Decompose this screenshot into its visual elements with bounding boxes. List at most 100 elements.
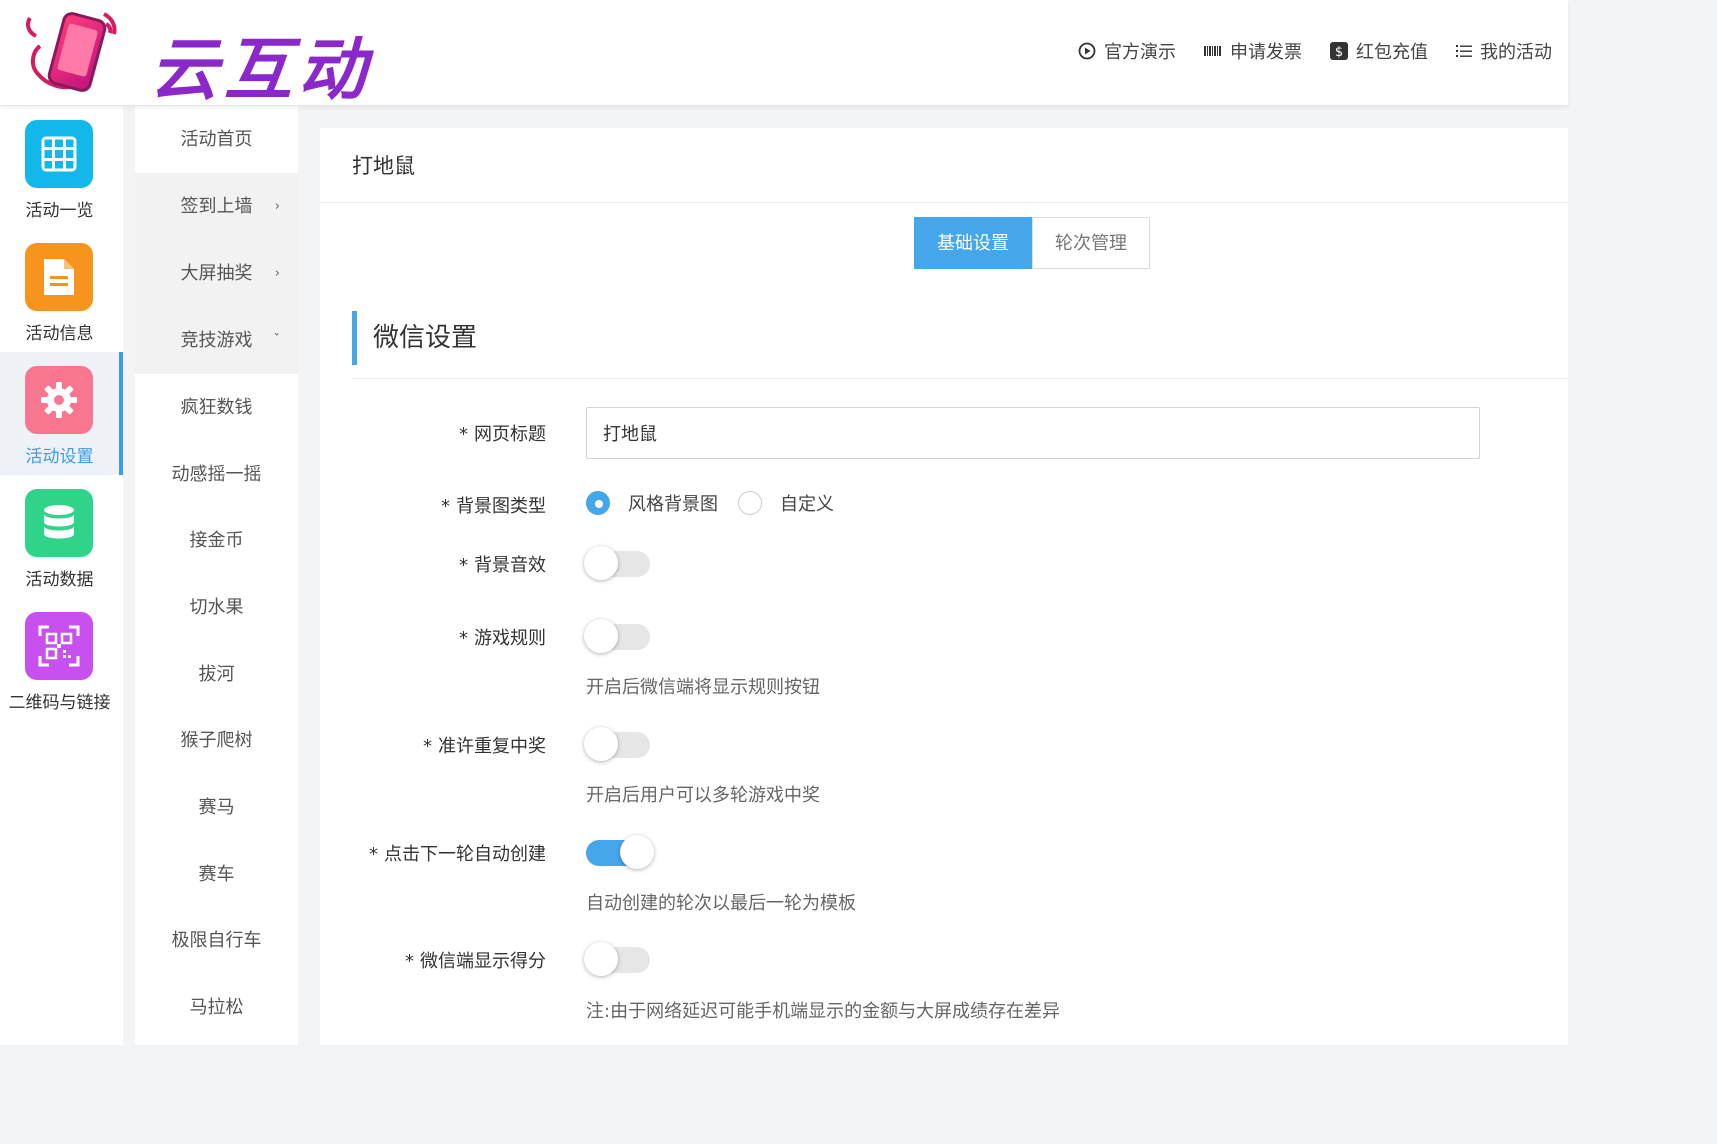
- svg-text:$: $: [1335, 45, 1343, 60]
- page-title: 打地鼠: [352, 154, 415, 178]
- nav-official-demo[interactable]: 官方演示: [1078, 38, 1176, 64]
- required-mark: *: [423, 736, 432, 757]
- field-label-repeat-win: * 准许重复中奖: [423, 736, 546, 757]
- sidebar-item-label: 活动设置: [25, 447, 94, 467]
- submenu-item-checkin-wall[interactable]: 签到上墙 ›: [135, 173, 298, 240]
- grid-icon: [25, 120, 93, 188]
- game-rules-toggle[interactable]: [584, 619, 650, 653]
- field-label-auto-create: * 点击下一轮自动创建: [369, 844, 546, 865]
- top-header: 云互动 官方演示 申请发票 $ 红包充值 我的活动: [0, 0, 1568, 110]
- chevron-right-icon: ›: [274, 199, 280, 214]
- submenu-label: 竞技游戏: [180, 330, 253, 351]
- radio-style-background[interactable]: [586, 491, 610, 515]
- radio-label: 自定义: [780, 494, 834, 515]
- submenu-label: 切水果: [189, 597, 244, 618]
- sidebar-item-activity-overview[interactable]: 活动一览: [0, 106, 123, 229]
- nav-label: 申请发票: [1230, 42, 1302, 63]
- phone-logo-icon: [26, 12, 117, 92]
- nav-red-packet-recharge[interactable]: $ 红包充值: [1330, 38, 1428, 64]
- submenu-item-marathon[interactable]: 马拉松: [135, 974, 298, 1041]
- submenu-item-extreme-bike[interactable]: 极限自行车: [135, 907, 298, 974]
- required-mark: *: [405, 951, 414, 972]
- field-label-show-score: * 微信端显示得分: [405, 951, 546, 972]
- field-label-bg-sound: * 背景音效: [459, 555, 546, 576]
- sidebar-item-label: 二维码与链接: [8, 693, 111, 713]
- required-mark: *: [441, 496, 450, 517]
- sidebar-item-activity-info[interactable]: 活动信息: [0, 229, 123, 352]
- sidebar-item-label: 活动一览: [25, 201, 94, 221]
- required-mark: *: [459, 628, 468, 649]
- game-rules-hint: 开启后微信端将显示规则按钮: [586, 677, 820, 698]
- submenu-label: 猴子爬树: [180, 730, 253, 751]
- required-mark: *: [459, 555, 468, 576]
- submenu-item-tug-of-war[interactable]: 拔河: [135, 641, 298, 708]
- nav-apply-invoice[interactable]: 申请发票: [1204, 38, 1302, 64]
- tab-round-management[interactable]: 轮次管理: [1032, 217, 1150, 269]
- list-icon: [1456, 45, 1472, 57]
- submenu-item-activity-home[interactable]: 活动首页: [135, 106, 298, 173]
- show-score-toggle[interactable]: [584, 942, 650, 976]
- repeat-win-toggle[interactable]: [584, 727, 650, 761]
- divider: [352, 378, 1568, 379]
- required-mark: *: [459, 424, 468, 445]
- submenu-item-competitive-games[interactable]: 竞技游戏 ˇ: [135, 307, 298, 374]
- submenu-label: 极限自行车: [171, 930, 262, 951]
- bg-type-radio-group: 风格背景图 自定义: [586, 490, 854, 516]
- nav-label: 我的活动: [1480, 42, 1552, 63]
- sidebar-item-label: 活动信息: [25, 324, 94, 344]
- secondary-menu: 活动首页 签到上墙 › 大屏抽奖 › 竞技游戏 ˇ 疯狂数钱 动感摇一摇 接金币…: [135, 106, 298, 1045]
- submenu-label: 赛马: [198, 797, 235, 818]
- bg-sound-toggle[interactable]: [584, 546, 650, 580]
- sidebar-item-activity-data[interactable]: 活动数据: [0, 475, 123, 598]
- submenu-label: 赛车: [198, 864, 235, 885]
- document-icon: [25, 243, 93, 311]
- field-label-game-rules: * 游戏规则: [459, 628, 546, 649]
- gear-icon: [25, 366, 93, 434]
- page-title-input[interactable]: [586, 407, 1480, 459]
- submenu-item-car-race[interactable]: 赛车: [135, 841, 298, 908]
- sidebar-item-label: 活动数据: [25, 570, 94, 590]
- auto-create-toggle[interactable]: [584, 835, 654, 869]
- submenu-item-cut-fruit[interactable]: 切水果: [135, 574, 298, 641]
- submenu-label: 活动首页: [180, 129, 253, 150]
- submenu-item-big-screen-lottery[interactable]: 大屏抽奖 ›: [135, 240, 298, 307]
- submenu-label: 大屏抽奖: [180, 263, 253, 284]
- divider: [320, 202, 1568, 203]
- chevron-down-icon: ˇ: [273, 333, 281, 348]
- top-nav: 官方演示 申请发票 $ 红包充值 我的活动: [1078, 38, 1552, 64]
- play-circle-icon: [1078, 42, 1096, 60]
- section-title: 微信设置: [352, 311, 477, 365]
- submenu-item-monkey-climb[interactable]: 猴子爬树: [135, 707, 298, 774]
- radio-custom[interactable]: [738, 491, 762, 515]
- submenu-label: 接金币: [189, 530, 244, 551]
- submenu-label: 动感摇一摇: [171, 464, 262, 485]
- submenu-label: 签到上墙: [180, 196, 253, 217]
- barcode-icon: [1204, 46, 1221, 56]
- database-icon: [25, 489, 93, 557]
- sidebar-item-activity-settings[interactable]: 活动设置: [0, 352, 123, 475]
- nav-label: 红包充值: [1356, 42, 1428, 63]
- submenu-label: 马拉松: [189, 997, 244, 1018]
- app-logo[interactable]: 云互动: [22, 6, 382, 110]
- submenu-item-horse-race[interactable]: 赛马: [135, 774, 298, 841]
- dollar-icon: $: [1330, 42, 1348, 60]
- field-label-page-title: * 网页标题: [459, 424, 546, 445]
- required-mark: *: [369, 844, 378, 865]
- nav-my-activities[interactable]: 我的活动: [1456, 38, 1552, 64]
- submenu-item-shake[interactable]: 动感摇一摇: [135, 441, 298, 508]
- icon-sidebar: 活动一览 活动信息 活动设置 活动数据 二维码与链接: [0, 106, 123, 1045]
- radio-label: 风格背景图: [628, 494, 718, 515]
- submenu-item-catch-coins[interactable]: 接金币: [135, 507, 298, 574]
- settings-panel: 打地鼠 基础设置 轮次管理 微信设置 *网页标题 *背景图类型 风格背景图 自定…: [320, 128, 1568, 1045]
- settings-tabs: 基础设置 轮次管理: [914, 217, 1150, 269]
- repeat-win-hint: 开启后用户可以多轮游戏中奖: [586, 785, 820, 806]
- field-label-bg-type: * 背景图类型: [441, 496, 546, 517]
- show-score-hint: 注:由于网络延迟可能手机端显示的金额与大屏成绩存在差异: [586, 1001, 1061, 1022]
- auto-create-hint: 自动创建的轮次以最后一轮为模板: [586, 893, 856, 914]
- chevron-right-icon: ›: [274, 266, 280, 281]
- tab-basic-settings[interactable]: 基础设置: [914, 217, 1032, 269]
- submenu-label: 疯狂数钱: [180, 397, 253, 418]
- sidebar-item-qrcode-links[interactable]: 二维码与链接: [0, 598, 123, 721]
- submenu-item-crazy-counting[interactable]: 疯狂数钱: [135, 374, 298, 441]
- logo-text: 云互动: [150, 31, 373, 110]
